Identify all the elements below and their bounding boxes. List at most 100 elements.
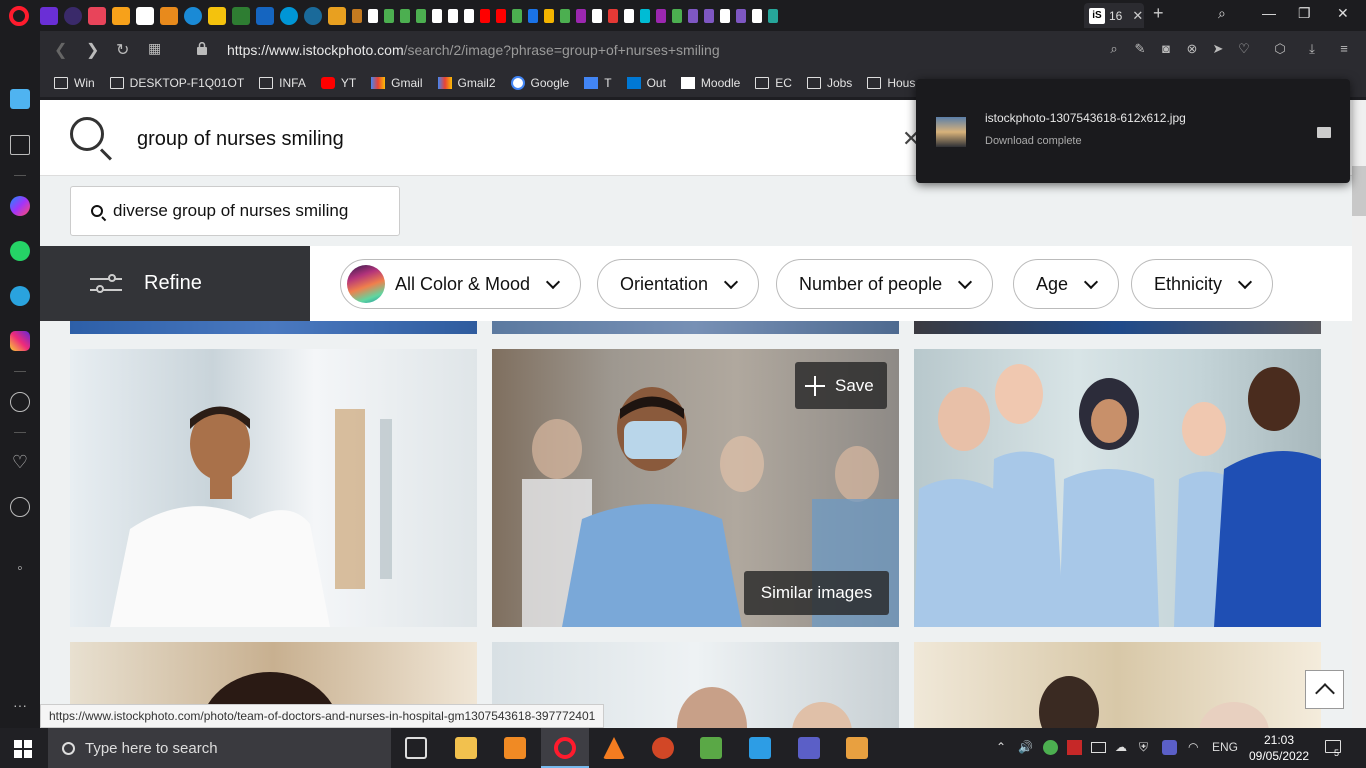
- pdf-app-icon[interactable]: [504, 737, 526, 759]
- filter-number-of-people[interactable]: Number of people: [776, 259, 994, 309]
- chart-app-icon[interactable]: [700, 737, 722, 759]
- tab-favicon[interactable]: [280, 6, 298, 25]
- windows-start-icon[interactable]: [14, 740, 32, 758]
- active-tab[interactable]: iS 16 ✕: [1084, 3, 1144, 28]
- lock-icon[interactable]: [197, 42, 207, 55]
- clock[interactable]: 21:03 09/05/2022: [1249, 732, 1309, 764]
- tab-favicon[interactable]: [232, 6, 250, 25]
- tab-favicon[interactable]: [384, 8, 394, 23]
- messenger-icon[interactable]: [10, 196, 30, 216]
- instagram-icon[interactable]: [10, 331, 30, 351]
- bookmark-translate[interactable]: T: [584, 76, 612, 90]
- similar-images-button[interactable]: Similar images: [744, 571, 889, 615]
- tab-favicon[interactable]: [304, 6, 322, 25]
- heart-icon[interactable]: ♡: [1236, 41, 1252, 57]
- bookmark-win[interactable]: Win: [54, 76, 95, 90]
- result-photo-nurse-mask[interactable]: Save Similar images: [492, 349, 899, 627]
- new-tab-button[interactable]: +: [1153, 3, 1164, 24]
- tab-favicon[interactable]: [736, 8, 746, 23]
- player-icon[interactable]: [10, 392, 30, 412]
- opera-taskbar-icon[interactable]: [554, 737, 576, 759]
- bookmark-google[interactable]: Google: [510, 76, 569, 90]
- bookmark-moodle[interactable]: Moodle: [680, 76, 740, 90]
- tab-favicon[interactable]: [400, 8, 410, 23]
- lightbulb-icon[interactable]: ◦: [10, 559, 30, 579]
- tab-favicon[interactable]: [512, 8, 522, 23]
- tab-favicon[interactable]: [656, 8, 666, 23]
- tab-favicon[interactable]: [328, 6, 346, 25]
- wifi-icon[interactable]: ◠: [1188, 740, 1198, 754]
- tab-favicon[interactable]: [64, 6, 82, 25]
- telegram-icon[interactable]: [10, 286, 30, 306]
- bookmark-yt[interactable]: YT: [320, 76, 356, 90]
- tab-favicon[interactable]: [688, 8, 698, 23]
- filter-ethnicity[interactable]: Ethnicity: [1131, 259, 1274, 309]
- bookmark-ec[interactable]: EC: [755, 76, 792, 90]
- tab-favicon[interactable]: [720, 8, 730, 23]
- bookmark-gmail2[interactable]: Gmail2: [437, 76, 496, 90]
- tab-favicon[interactable]: [448, 8, 458, 23]
- taskbar-search[interactable]: Type here to search: [48, 728, 391, 768]
- related-search-chip[interactable]: diverse group of nurses smiling: [70, 186, 400, 236]
- tab-favicon[interactable]: [592, 8, 602, 23]
- result-photo[interactable]: [492, 321, 899, 334]
- workspace-icon[interactable]: [10, 89, 30, 109]
- tab-favicon[interactable]: [608, 8, 618, 23]
- search-icon[interactable]: [70, 117, 104, 151]
- result-photo[interactable]: [914, 321, 1321, 334]
- tab-favicon[interactable]: [352, 8, 362, 23]
- tab-favicon[interactable]: [256, 6, 274, 25]
- tab-favicon[interactable]: [88, 6, 106, 25]
- tab-favicon[interactable]: [480, 8, 490, 23]
- volume-icon[interactable]: 🔊: [1018, 740, 1033, 754]
- bookmark-infa[interactable]: INFA: [259, 76, 306, 90]
- history-icon[interactable]: [10, 497, 30, 517]
- send-icon[interactable]: ➤: [1210, 41, 1226, 57]
- scrollbar-thumb[interactable]: [1352, 166, 1366, 216]
- snapshot-icon[interactable]: ◙: [1158, 41, 1174, 57]
- adblock-icon[interactable]: ⊗: [1184, 41, 1200, 57]
- powerpoint-icon[interactable]: [652, 737, 674, 759]
- vscode-icon[interactable]: [749, 737, 771, 759]
- tab-favicon[interactable]: [416, 8, 426, 23]
- tab-favicon[interactable]: [496, 8, 506, 23]
- download-icon[interactable]: ⤓: [1304, 41, 1320, 57]
- tab-favicon[interactable]: [624, 8, 634, 23]
- tab-favicon[interactable]: [40, 6, 58, 25]
- tab-favicon[interactable]: [704, 8, 714, 23]
- bookmark-jobs[interactable]: Jobs: [806, 76, 852, 90]
- scroll-to-top-button[interactable]: [1305, 670, 1344, 709]
- network-shield-icon[interactable]: ⛨: [1139, 740, 1148, 755]
- tab-favicon[interactable]: [768, 8, 778, 23]
- opera-logo-icon[interactable]: [9, 6, 29, 26]
- search-tabs-icon[interactable]: ⌕: [1218, 5, 1226, 22]
- tab-favicon[interactable]: [184, 6, 202, 25]
- tray-app-icon[interactable]: [1067, 740, 1082, 755]
- refine-button[interactable]: Refine: [40, 246, 310, 321]
- file-explorer-icon[interactable]: [455, 737, 477, 759]
- extensions-icon[interactable]: ⬡: [1272, 41, 1288, 57]
- result-photo[interactable]: [914, 642, 1321, 728]
- tab-favicon[interactable]: [576, 8, 586, 23]
- language-indicator[interactable]: ENG: [1212, 740, 1238, 754]
- teams-tray-icon[interactable]: [1162, 740, 1177, 755]
- filter-age[interactable]: Age: [1013, 259, 1120, 309]
- menu-icon[interactable]: ≡: [1336, 41, 1352, 57]
- tab-favicon[interactable]: [432, 8, 442, 23]
- tab-favicon[interactable]: [528, 8, 538, 23]
- bookmark-outlook[interactable]: Out: [626, 76, 666, 90]
- tab-favicon[interactable]: [560, 8, 570, 23]
- minimize-button[interactable]: —: [1262, 5, 1276, 21]
- tab-favicon[interactable]: [368, 8, 378, 23]
- result-photo-doctor[interactable]: [70, 349, 477, 627]
- vlc-icon[interactable]: [603, 737, 625, 759]
- search-input[interactable]: group of nurses smiling: [137, 128, 344, 151]
- result-photo-nurse-group[interactable]: [914, 349, 1321, 627]
- edit-icon[interactable]: ✎: [1132, 41, 1148, 57]
- bookmark-hous[interactable]: Hous: [867, 76, 915, 90]
- tab-favicon[interactable]: [136, 6, 154, 25]
- tab-favicon[interactable]: [544, 8, 554, 23]
- heart-icon[interactable]: ♡: [10, 452, 30, 472]
- forward-button[interactable]: ❯: [86, 40, 99, 60]
- download-thumbnail[interactable]: [936, 117, 966, 147]
